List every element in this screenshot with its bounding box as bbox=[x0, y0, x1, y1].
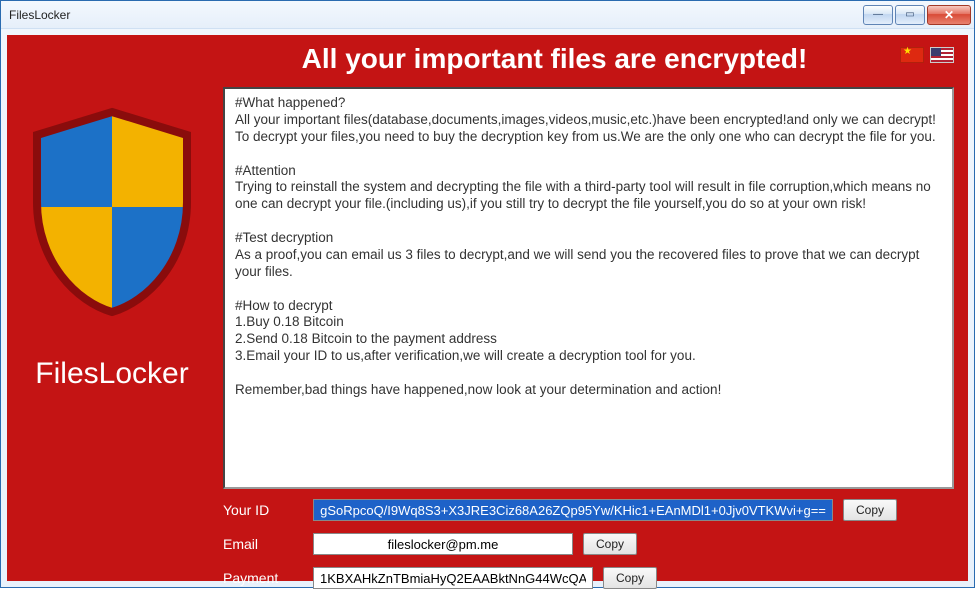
close-button[interactable]: ✕ bbox=[927, 5, 971, 25]
language-flags bbox=[900, 47, 954, 63]
row-your-id: Your ID Copy bbox=[223, 495, 954, 525]
form-area: Your ID Copy Email Copy Payment Copy bbox=[223, 495, 954, 597]
app-name: FilesLocker bbox=[35, 357, 188, 391]
headline-text: All your important files are encrypted! bbox=[302, 43, 868, 75]
window-title: FilesLocker bbox=[9, 8, 862, 22]
flag-usa[interactable] bbox=[930, 47, 954, 63]
row-email: Email Copy bbox=[223, 529, 954, 559]
message-box[interactable]: #What happened? All your important files… bbox=[223, 87, 954, 489]
ransom-message: #What happened? All your important files… bbox=[235, 95, 942, 399]
copy-payment-button[interactable]: Copy bbox=[603, 567, 657, 589]
payment-field[interactable] bbox=[313, 567, 593, 589]
copy-email-button[interactable]: Copy bbox=[583, 533, 637, 555]
titlebar[interactable]: FilesLocker — ▭ ✕ bbox=[1, 1, 974, 29]
copy-id-button[interactable]: Copy bbox=[843, 499, 897, 521]
content-area: All your important files are encrypted! bbox=[1, 29, 974, 587]
your-id-label: Your ID bbox=[223, 502, 313, 518]
flag-china[interactable] bbox=[900, 47, 924, 63]
email-field[interactable] bbox=[313, 533, 573, 555]
app-window: FilesLocker — ▭ ✕ All your important fil… bbox=[0, 0, 975, 588]
shield-icon bbox=[27, 107, 197, 317]
payment-label: Payment bbox=[223, 570, 313, 586]
sidebar: FilesLocker bbox=[7, 87, 217, 581]
row-payment: Payment Copy bbox=[223, 563, 954, 593]
maximize-button[interactable]: ▭ bbox=[895, 5, 925, 25]
ransom-panel: All your important files are encrypted! bbox=[7, 35, 968, 581]
minimize-button[interactable]: — bbox=[863, 5, 893, 25]
your-id-field[interactable] bbox=[313, 499, 833, 521]
headline-area: All your important files are encrypted! bbox=[217, 43, 952, 75]
email-label: Email bbox=[223, 536, 313, 552]
